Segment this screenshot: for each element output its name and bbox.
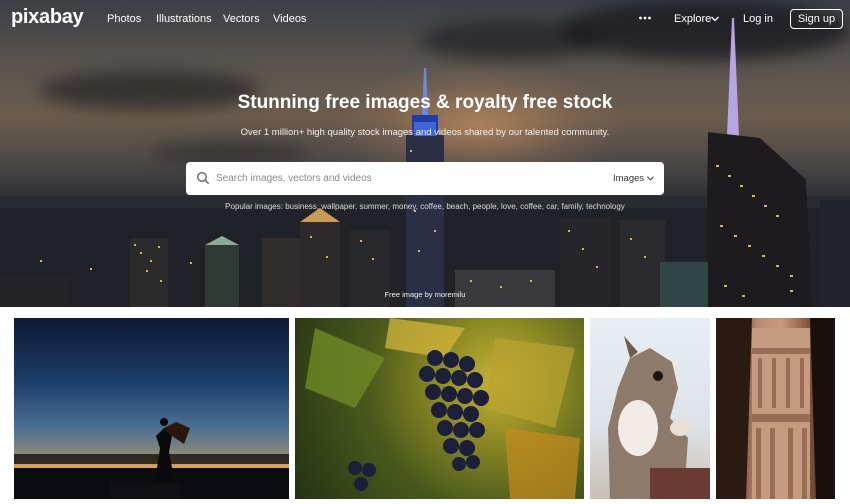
gallery-image-petra[interactable] xyxy=(716,318,835,499)
nav-link-photos[interactable]: Photos xyxy=(107,13,141,25)
more-dots-icon[interactable] xyxy=(638,11,652,25)
silhouette-image xyxy=(14,418,289,499)
signup-button[interactable]: Sign up xyxy=(790,9,843,29)
gallery-image-silhouette[interactable] xyxy=(14,318,289,499)
nav-link-videos[interactable]: Videos xyxy=(273,13,306,25)
search-bar[interactable]: Images xyxy=(186,162,664,195)
chevron-down-icon[interactable] xyxy=(646,174,655,183)
search-icon[interactable] xyxy=(196,171,210,185)
city-skyline-image xyxy=(0,18,850,307)
grapes-image xyxy=(305,318,580,499)
search-type-select[interactable]: Images xyxy=(613,173,644,184)
hero-subtitle: Over 1 million+ high quality stock image… xyxy=(240,127,610,138)
image-credit[interactable]: Free image by moremilu xyxy=(0,290,850,299)
popular-searches[interactable]: Popular images: business, wallpaper, sum… xyxy=(0,202,850,211)
gallery-image-squirrel[interactable] xyxy=(590,318,710,499)
hero-title: Stunning free images & royalty free stoc… xyxy=(237,92,613,113)
squirrel-image xyxy=(608,336,710,499)
nav-link-illustrations[interactable]: Illustrations xyxy=(156,13,212,25)
nav-link-vectors[interactable]: Vectors xyxy=(223,13,260,25)
explore-menu[interactable]: Explore xyxy=(674,13,711,25)
search-input[interactable] xyxy=(216,162,596,195)
login-link[interactable]: Log in xyxy=(743,13,773,25)
pixabay-logo[interactable]: pixabay xyxy=(11,6,84,29)
hero-banner: pixabay Photos Illustrations Vectors Vid… xyxy=(0,0,850,307)
petra-image xyxy=(716,318,835,499)
chevron-down-icon[interactable] xyxy=(710,14,720,24)
gallery-image-grapes[interactable] xyxy=(295,318,584,499)
top-navigation: pixabay Photos Illustrations Vectors Vid… xyxy=(0,0,850,38)
